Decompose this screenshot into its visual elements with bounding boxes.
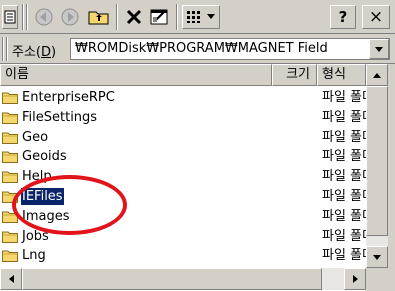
list-item[interactable]: Images 파일 폴더 [0, 207, 366, 226]
back-button[interactable] [32, 5, 56, 29]
chevron-down-icon [375, 46, 383, 52]
arrow-up-icon [373, 72, 381, 78]
folder-icon [2, 230, 18, 243]
toolbar: ? × [0, 0, 395, 34]
app-menu-button[interactable] [2, 5, 18, 29]
folder-icon [2, 249, 18, 263]
scroll-left-button[interactable] [0, 268, 22, 290]
address-bar-grip [6, 37, 8, 61]
folder-icon [2, 170, 18, 184]
list-item[interactable]: Help 파일 폴더 [0, 167, 366, 186]
properties-icon [150, 9, 168, 25]
file-name: Help [22, 169, 52, 185]
column-header: 이름 크기 형식 [0, 64, 380, 86]
window-edge [388, 64, 395, 291]
list-item[interactable]: Geoids 파일 폴더 [0, 147, 366, 166]
up-folder-button[interactable] [86, 5, 112, 29]
file-list: EnterpriseRPC 파일 폴더 FileSettings 파일 폴더 Geo 파일… [0, 86, 366, 268]
folder-icon [2, 150, 18, 164]
app-icon [4, 10, 16, 24]
file-type: 파일 폴더 [322, 248, 366, 264]
address-label-key: D [41, 45, 52, 60]
file-type: 파일 폴더 [322, 129, 366, 145]
file-type: 파일 폴더 [322, 189, 366, 204]
folder-icon [2, 190, 18, 203]
list-item[interactable]: IEFiles 파일 폴더 [0, 187, 366, 206]
address-label-prefix: 주소( [12, 45, 41, 60]
scroll-down-button[interactable] [366, 246, 388, 268]
vertical-scrollbar[interactable] [366, 64, 388, 268]
toolbar-separator [116, 4, 118, 30]
view-list-icon [187, 11, 200, 23]
scroll-thumb[interactable] [366, 86, 388, 236]
file-name: Lng [22, 248, 46, 264]
list-item[interactable]: Jobs 파일 폴더 [0, 227, 366, 246]
help-button[interactable]: ? [330, 5, 356, 29]
arrow-down-icon [373, 254, 381, 260]
address-bar-grip [2, 37, 4, 61]
file-type: 파일 폴더 [322, 109, 366, 125]
address-path-text: ₩ROMDisk₩PROGRAM₩MAGNET Field [75, 41, 328, 56]
list-item[interactable]: Lng 파일 폴더 [0, 246, 366, 265]
forward-arrow-icon [61, 8, 79, 26]
address-input[interactable]: ₩ROMDisk₩PROGRAM₩MAGNET Field [70, 38, 390, 60]
horizontal-scrollbar[interactable] [0, 268, 366, 290]
address-bar: 주소(D) ₩ROMDisk₩PROGRAM₩MAGNET Field [0, 34, 395, 64]
file-name: Jobs [22, 228, 49, 244]
scroll-up-button[interactable] [366, 64, 388, 86]
arrow-right-icon [352, 275, 358, 283]
file-type: 파일 폴더 [322, 228, 366, 244]
folder-icon [2, 111, 18, 124]
file-type: 파일 폴더 [322, 169, 366, 185]
file-name: Geo [22, 129, 49, 145]
list-item[interactable]: FileSettings 파일 폴더 [0, 108, 366, 127]
folder-icon [2, 210, 18, 223]
file-name: EnterpriseRPC [22, 90, 115, 105]
forward-button[interactable] [58, 5, 82, 29]
close-button[interactable]: × [362, 5, 390, 29]
list-item[interactable]: Geo 파일 폴더 [0, 128, 366, 147]
folder-icon [2, 131, 18, 144]
scroll-right-button[interactable] [344, 268, 366, 290]
file-name: FileSettings [22, 109, 98, 125]
address-label-suffix: ) [51, 45, 57, 60]
toolbar-separator [22, 4, 24, 30]
file-type: 파일 폴더 [322, 149, 366, 165]
file-type: 파일 폴더 [322, 208, 366, 224]
column-header-type[interactable]: 형식 [317, 64, 366, 86]
up-folder-icon [88, 11, 109, 25]
back-arrow-icon [35, 8, 53, 26]
folder-icon [2, 91, 18, 104]
properties-button[interactable] [148, 5, 172, 29]
horizontal-scroll-thumb[interactable] [22, 268, 322, 290]
delete-button[interactable] [122, 5, 146, 29]
toolbar-separator [26, 4, 28, 30]
file-name: IEFiles [20, 187, 65, 206]
list-item[interactable]: EnterpriseRPC 파일 폴더 [0, 88, 366, 107]
toolbar-separator [176, 4, 178, 30]
file-name: Images [22, 208, 70, 224]
address-dropdown-button[interactable] [369, 39, 389, 59]
delete-x-icon [126, 9, 142, 25]
chevron-down-icon [207, 14, 215, 19]
view-menu-button[interactable] [182, 5, 220, 29]
file-type: 파일 폴더 [322, 90, 366, 105]
column-header-size[interactable]: 크기 [272, 64, 317, 86]
file-name: Geoids [22, 149, 67, 165]
arrow-left-icon [8, 275, 14, 283]
column-header-name[interactable]: 이름 [0, 64, 272, 86]
address-label: 주소(D) [12, 41, 56, 60]
